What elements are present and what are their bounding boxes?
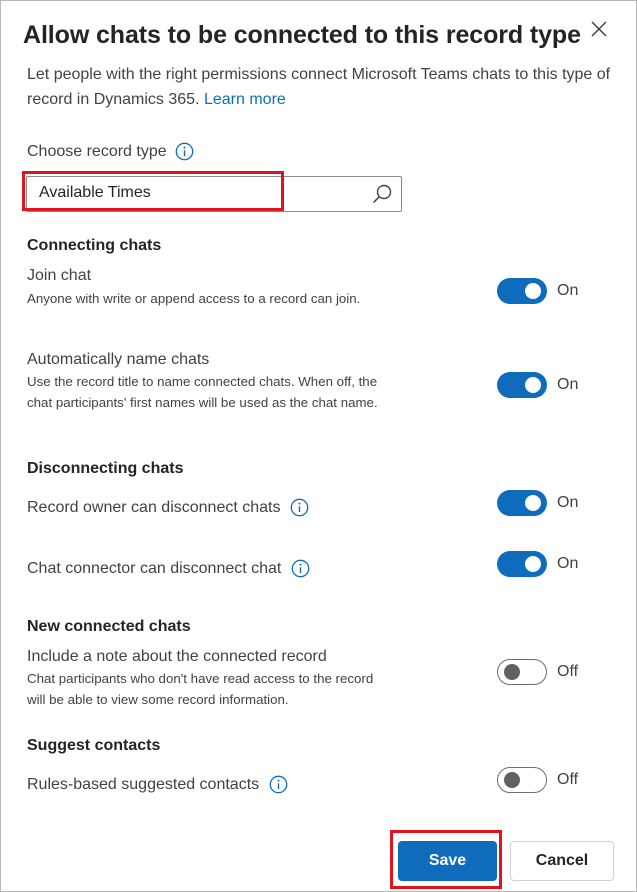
- dialog-description: Let people with the right permissions co…: [27, 62, 617, 112]
- include-note-description: Chat participants who don't have read ac…: [27, 671, 374, 707]
- record-type-label-text: Choose record type: [27, 142, 167, 160]
- info-icon[interactable]: [291, 559, 310, 578]
- learn-more-link[interactable]: Learn more: [204, 91, 286, 108]
- auto-name-label-text: Automatically name chats: [27, 351, 210, 368]
- include-note-state: Off: [557, 663, 579, 680]
- toggle-knob: [525, 495, 541, 511]
- info-icon[interactable]: [269, 775, 288, 794]
- record-type-input[interactable]: Available Times: [39, 184, 151, 202]
- rules-contacts-toggle[interactable]: [497, 767, 547, 793]
- owner-disconnect-label-text: Record owner can disconnect chats: [27, 498, 281, 516]
- toggle-knob: [504, 772, 520, 788]
- description-text: Let people with the right permissions co…: [27, 66, 611, 108]
- toggle-knob: [525, 377, 541, 393]
- rules-contacts-label: Rules-based suggested contacts: [27, 775, 288, 794]
- toggle-knob: [504, 664, 520, 680]
- auto-name-label: Automatically name chats: [27, 351, 209, 369]
- connector-disconnect-state: On: [557, 555, 579, 572]
- info-icon[interactable]: [290, 498, 309, 517]
- owner-disconnect-toggle[interactable]: [497, 490, 547, 516]
- auto-name-toggle-group: On: [497, 372, 578, 398]
- record-type-search-box[interactable]: Available Times: [26, 176, 402, 212]
- section-suggest-contacts: Suggest contacts: [27, 737, 161, 754]
- section-disconnecting-chats: Disconnecting chats: [27, 460, 184, 477]
- connector-disconnect-toggle[interactable]: [497, 551, 547, 577]
- connector-disconnect-label: Chat connector can disconnect chat: [27, 559, 310, 578]
- join-chat-description: Anyone with write or append access to a …: [27, 291, 361, 306]
- info-icon[interactable]: [175, 142, 194, 161]
- owner-disconnect-toggle-group: On: [497, 490, 578, 516]
- auto-name-toggle[interactable]: [497, 372, 547, 398]
- include-note-label-text: Include a note about the connected recor…: [27, 648, 327, 665]
- auto-name-description: Use the record title to name connected c…: [27, 374, 378, 410]
- connector-disconnect-toggle-group: On: [497, 551, 578, 577]
- join-chat-state: On: [557, 282, 579, 299]
- save-button[interactable]: Save: [398, 841, 497, 881]
- include-note-toggle-group: Off: [497, 659, 578, 685]
- cancel-button[interactable]: Cancel: [510, 841, 614, 881]
- section-connecting-chats: Connecting chats: [27, 237, 162, 254]
- join-chat-label-text: Join chat: [27, 267, 92, 284]
- join-chat-toggle[interactable]: [497, 278, 547, 304]
- include-note-label: Include a note about the connected recor…: [27, 648, 327, 666]
- dialog-title: Allow chats to be connected to this reco…: [23, 21, 581, 49]
- join-chat-toggle-group: On: [497, 278, 578, 304]
- connector-disconnect-label-text: Chat connector can disconnect chat: [27, 559, 282, 577]
- toggle-knob: [525, 283, 541, 299]
- search-icon[interactable]: [371, 183, 393, 205]
- close-button[interactable]: [586, 18, 612, 44]
- section-new-connected-chats: New connected chats: [27, 618, 191, 635]
- rules-contacts-state: Off: [557, 771, 579, 788]
- auto-name-state: On: [557, 376, 579, 393]
- toggle-knob: [525, 556, 541, 572]
- include-note-toggle[interactable]: [497, 659, 547, 685]
- owner-disconnect-state: On: [557, 494, 579, 511]
- close-icon: [590, 20, 608, 43]
- owner-disconnect-label: Record owner can disconnect chats: [27, 498, 309, 517]
- dialog-panel: Allow chats to be connected to this reco…: [0, 0, 637, 892]
- join-chat-label: Join chat: [27, 267, 91, 285]
- rules-contacts-label-text: Rules-based suggested contacts: [27, 775, 260, 793]
- record-type-label: Choose record type: [27, 142, 194, 161]
- rules-contacts-toggle-group: Off: [497, 767, 578, 793]
